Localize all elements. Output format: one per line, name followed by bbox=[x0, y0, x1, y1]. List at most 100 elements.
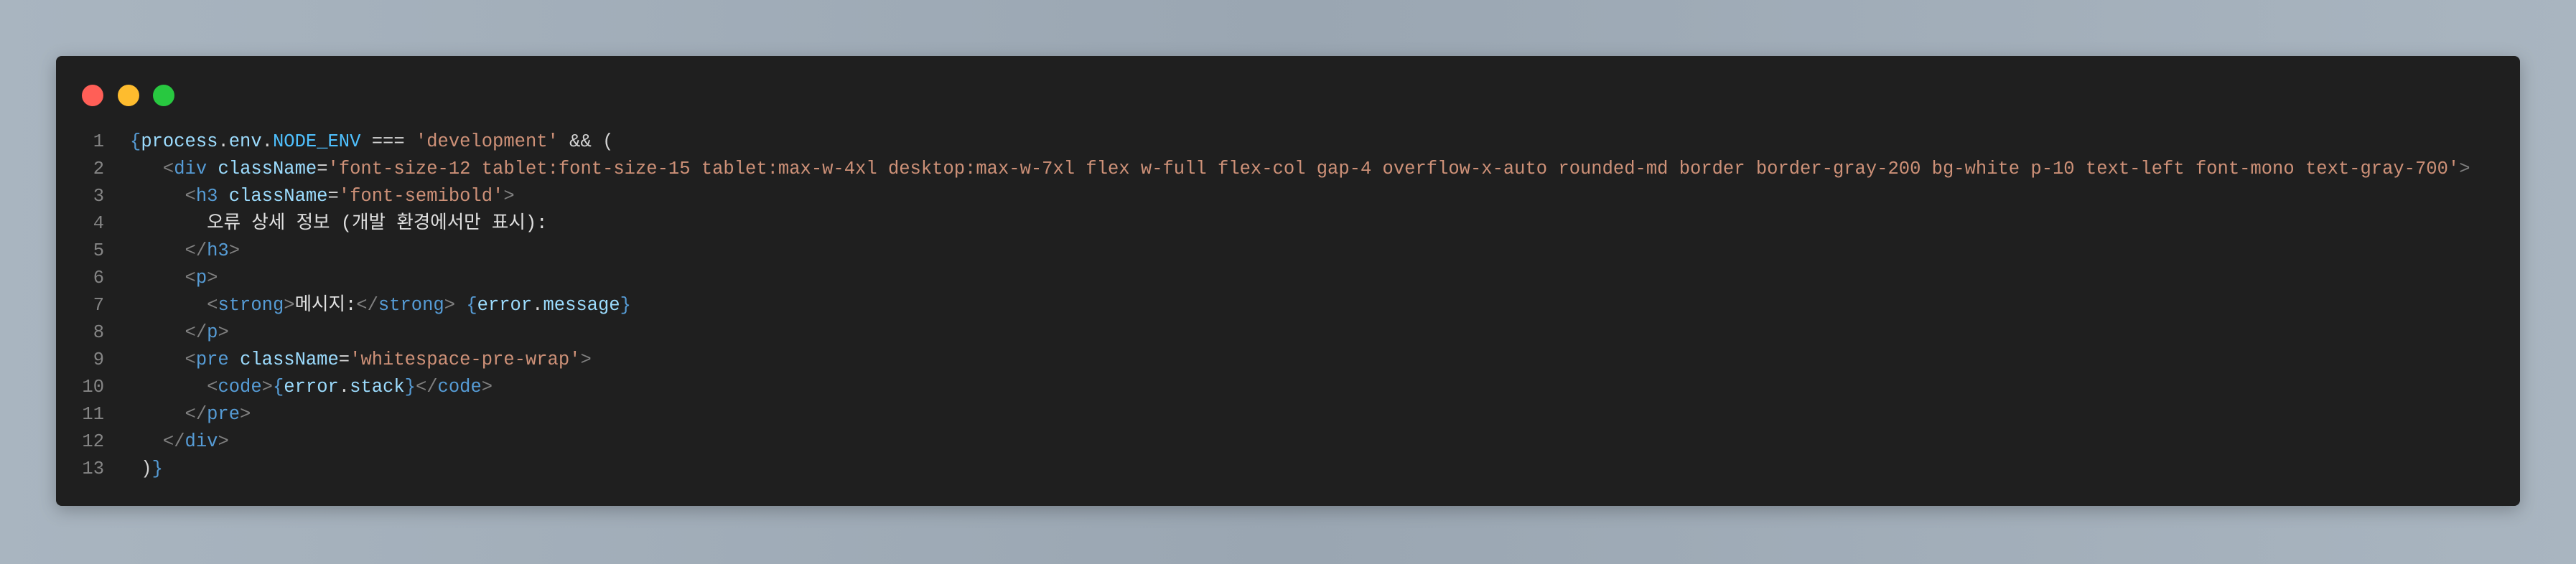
token-bracket: > bbox=[218, 431, 229, 452]
token-var: stack bbox=[350, 377, 405, 398]
token-bracket: < bbox=[185, 186, 196, 207]
line-number: 5 bbox=[93, 240, 104, 261]
token-tag: pre bbox=[207, 404, 241, 425]
token-bracket: > bbox=[481, 377, 493, 398]
token-attr: className bbox=[228, 186, 328, 207]
token-punct: . bbox=[218, 131, 229, 152]
code-text: <h3 className='font-semibold'> bbox=[130, 183, 515, 210]
token-var: error bbox=[284, 377, 339, 398]
token-brace: { bbox=[130, 131, 141, 152]
line-number: 8 bbox=[93, 322, 104, 343]
line-number: 2 bbox=[93, 159, 104, 179]
token-punct bbox=[130, 213, 207, 234]
token-punct: . bbox=[532, 295, 543, 316]
token-bracket: > bbox=[228, 240, 241, 261]
token-punct: . bbox=[338, 377, 350, 398]
token-tag: p bbox=[195, 268, 207, 288]
token-punct bbox=[455, 295, 466, 316]
token-var: error bbox=[477, 295, 533, 316]
token-var: message bbox=[543, 295, 620, 316]
token-bracket: > bbox=[503, 186, 515, 207]
line-number: 6 bbox=[93, 268, 104, 288]
code-text: 오류 상세 정보 (개발 환경에서만 표시): bbox=[130, 210, 547, 238]
token-punct: ) bbox=[130, 459, 152, 479]
code-text: <p> bbox=[130, 265, 218, 292]
line-number: 7 bbox=[93, 295, 104, 316]
token-punct bbox=[130, 377, 207, 398]
token-text: 메시지: bbox=[294, 295, 357, 316]
token-bracket: < bbox=[207, 377, 218, 398]
token-tag: code bbox=[218, 377, 262, 398]
token-punct: = bbox=[317, 159, 328, 179]
code-text: </div> bbox=[130, 428, 229, 456]
token-bracket: </ bbox=[162, 431, 185, 452]
code-text: <div className='font-size-12 tablet:font… bbox=[130, 156, 2470, 183]
token-tag: h3 bbox=[195, 186, 218, 207]
token-bracket: > bbox=[240, 404, 251, 425]
code-text: )} bbox=[130, 456, 163, 483]
token-punct: && ( bbox=[558, 131, 614, 152]
code-line: 1 {process.env.NODE_ENV === 'development'… bbox=[56, 128, 2470, 156]
token-bracket: > bbox=[218, 322, 229, 343]
token-bracket: > bbox=[580, 349, 592, 370]
token-bracket: </ bbox=[356, 295, 378, 316]
token-bracket: > bbox=[261, 377, 273, 398]
token-bracket: > bbox=[2459, 159, 2470, 179]
token-bracket: > bbox=[444, 295, 456, 316]
token-var: process bbox=[141, 131, 218, 152]
token-bracket: </ bbox=[415, 377, 438, 398]
token-str: 'development' bbox=[415, 131, 559, 152]
close-window-button[interactable] bbox=[82, 85, 103, 106]
code-line: 8 </p> bbox=[56, 319, 2470, 347]
token-bracket: > bbox=[207, 268, 218, 288]
minimize-window-button[interactable] bbox=[118, 85, 139, 106]
token-bracket: > bbox=[284, 295, 295, 316]
code-window: 1 {process.env.NODE_ENV === 'development'… bbox=[56, 56, 2520, 506]
token-punct bbox=[207, 159, 218, 179]
code-line: 7 <strong>메시지:</strong> {error.message} bbox=[56, 292, 2470, 319]
token-brace: { bbox=[466, 295, 477, 316]
line-number: 1 bbox=[93, 131, 104, 152]
line-number: 3 bbox=[93, 186, 104, 207]
line-number: 10 bbox=[82, 377, 104, 398]
token-bracket: < bbox=[185, 268, 196, 288]
code-line: 4 오류 상세 정보 (개발 환경에서만 표시): bbox=[56, 210, 2470, 238]
token-tag: h3 bbox=[207, 240, 229, 261]
code-line: 13 )} bbox=[56, 456, 2470, 483]
token-brace: } bbox=[620, 295, 631, 316]
token-punct: === bbox=[360, 131, 416, 152]
code-line: 3 <h3 className='font-semibold'> bbox=[56, 183, 2470, 210]
token-tag: div bbox=[185, 431, 218, 452]
token-bracket: < bbox=[207, 295, 218, 316]
token-str: 'font-semibold' bbox=[338, 186, 504, 207]
token-const: NODE_ENV bbox=[272, 131, 361, 152]
code-text: {process.env.NODE_ENV === 'development' … bbox=[130, 128, 613, 156]
line-number: 12 bbox=[82, 431, 104, 452]
token-text: 오류 상세 정보 (개발 환경에서만 표시): bbox=[207, 213, 548, 234]
token-str: 'whitespace-pre-wrap' bbox=[350, 349, 581, 370]
code-text: <pre className='whitespace-pre-wrap'> bbox=[130, 347, 592, 374]
token-punct bbox=[130, 159, 163, 179]
token-tag: strong bbox=[218, 295, 284, 316]
token-punct: = bbox=[327, 186, 339, 207]
line-number: 9 bbox=[93, 349, 104, 370]
token-tag: p bbox=[207, 322, 218, 343]
token-punct bbox=[130, 240, 185, 261]
token-punct bbox=[130, 349, 185, 370]
code-line: 10 <code>{error.stack}</code> bbox=[56, 374, 2470, 401]
code-text: </p> bbox=[130, 319, 229, 347]
maximize-window-button[interactable] bbox=[153, 85, 174, 106]
token-var: env bbox=[228, 131, 262, 152]
line-number: 11 bbox=[82, 404, 104, 425]
token-tag: code bbox=[437, 377, 482, 398]
code-text: <code>{error.stack}</code> bbox=[130, 374, 493, 401]
token-str: 'font-size-12 tablet:font-size-15 tablet… bbox=[327, 159, 2460, 179]
token-brace: } bbox=[151, 459, 163, 479]
code-text: <strong>메시지:</strong> {error.message} bbox=[130, 292, 631, 319]
token-tag: pre bbox=[195, 349, 229, 370]
code-line: 6 <p> bbox=[56, 265, 2470, 292]
code-line: 9 <pre className='whitespace-pre-wrap'> bbox=[56, 347, 2470, 374]
code-text: </pre> bbox=[130, 401, 251, 428]
token-bracket: </ bbox=[185, 404, 207, 425]
code-line: 11 </pre> bbox=[56, 401, 2470, 428]
